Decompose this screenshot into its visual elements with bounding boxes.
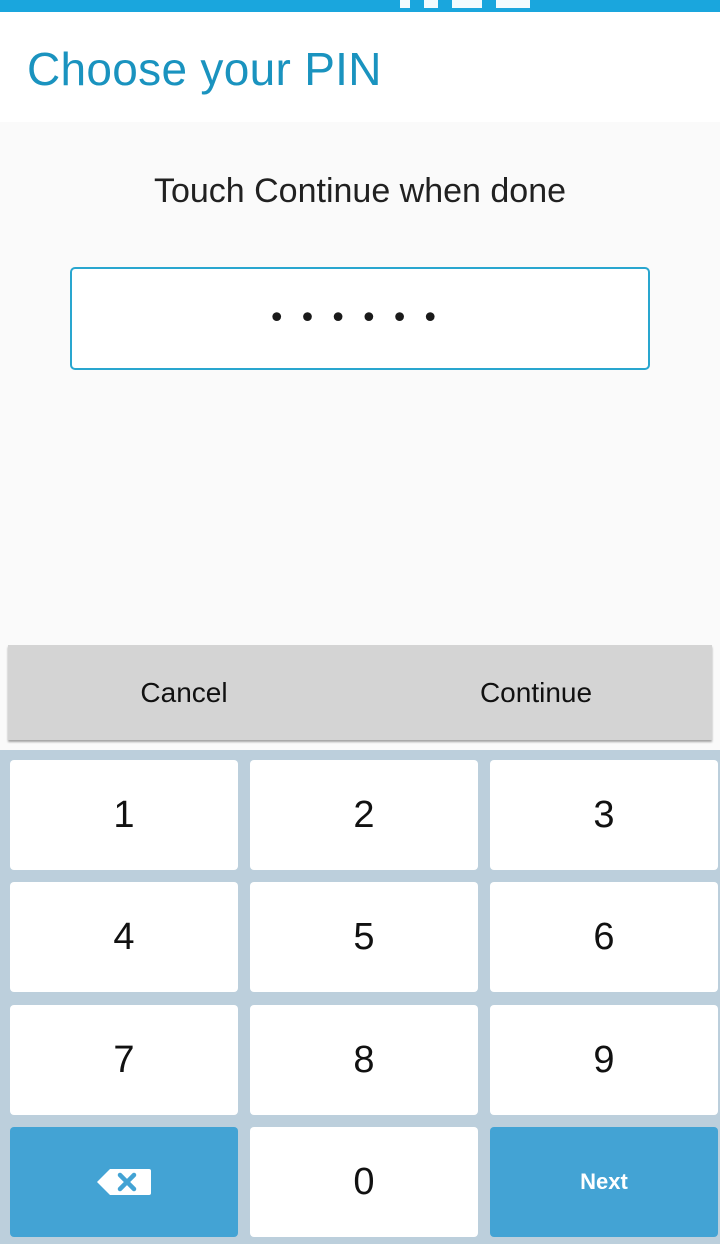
numeric-keypad: 1 2 3 4 5 6 7 8 9 0 Next: [0, 750, 720, 1244]
backspace-key[interactable]: [10, 1127, 238, 1237]
key-0[interactable]: 0: [250, 1127, 478, 1237]
continue-button[interactable]: Continue: [360, 645, 712, 740]
pin-input[interactable]: ••••••: [70, 267, 650, 370]
vibrate-icon: [424, 0, 438, 8]
page-title: Choose your PIN: [27, 43, 382, 95]
key-9[interactable]: 9: [490, 1005, 718, 1115]
instruction-text: Touch Continue when done: [153, 172, 567, 210]
key-2[interactable]: 2: [250, 760, 478, 870]
key-4[interactable]: 4: [10, 882, 238, 992]
message-icon: [496, 0, 530, 8]
status-bar: [0, 0, 720, 12]
header: Choose your PIN: [0, 12, 720, 122]
content-area: Touch Continue when done ••••••: [0, 122, 720, 644]
battery-saver-icon: [452, 0, 482, 8]
backspace-icon: [97, 1169, 151, 1195]
key-6[interactable]: 6: [490, 882, 718, 992]
next-key[interactable]: Next: [490, 1127, 718, 1237]
key-7[interactable]: 7: [10, 1005, 238, 1115]
key-3[interactable]: 3: [490, 760, 718, 870]
status-icons: [400, 0, 530, 12]
key-1[interactable]: 1: [10, 760, 238, 870]
notification-icon: [400, 0, 410, 8]
cancel-button[interactable]: Cancel: [8, 645, 360, 740]
key-5[interactable]: 5: [250, 882, 478, 992]
key-8[interactable]: 8: [250, 1005, 478, 1115]
next-label: Next: [580, 1169, 628, 1194]
action-bar: Cancel Continue: [8, 645, 712, 740]
